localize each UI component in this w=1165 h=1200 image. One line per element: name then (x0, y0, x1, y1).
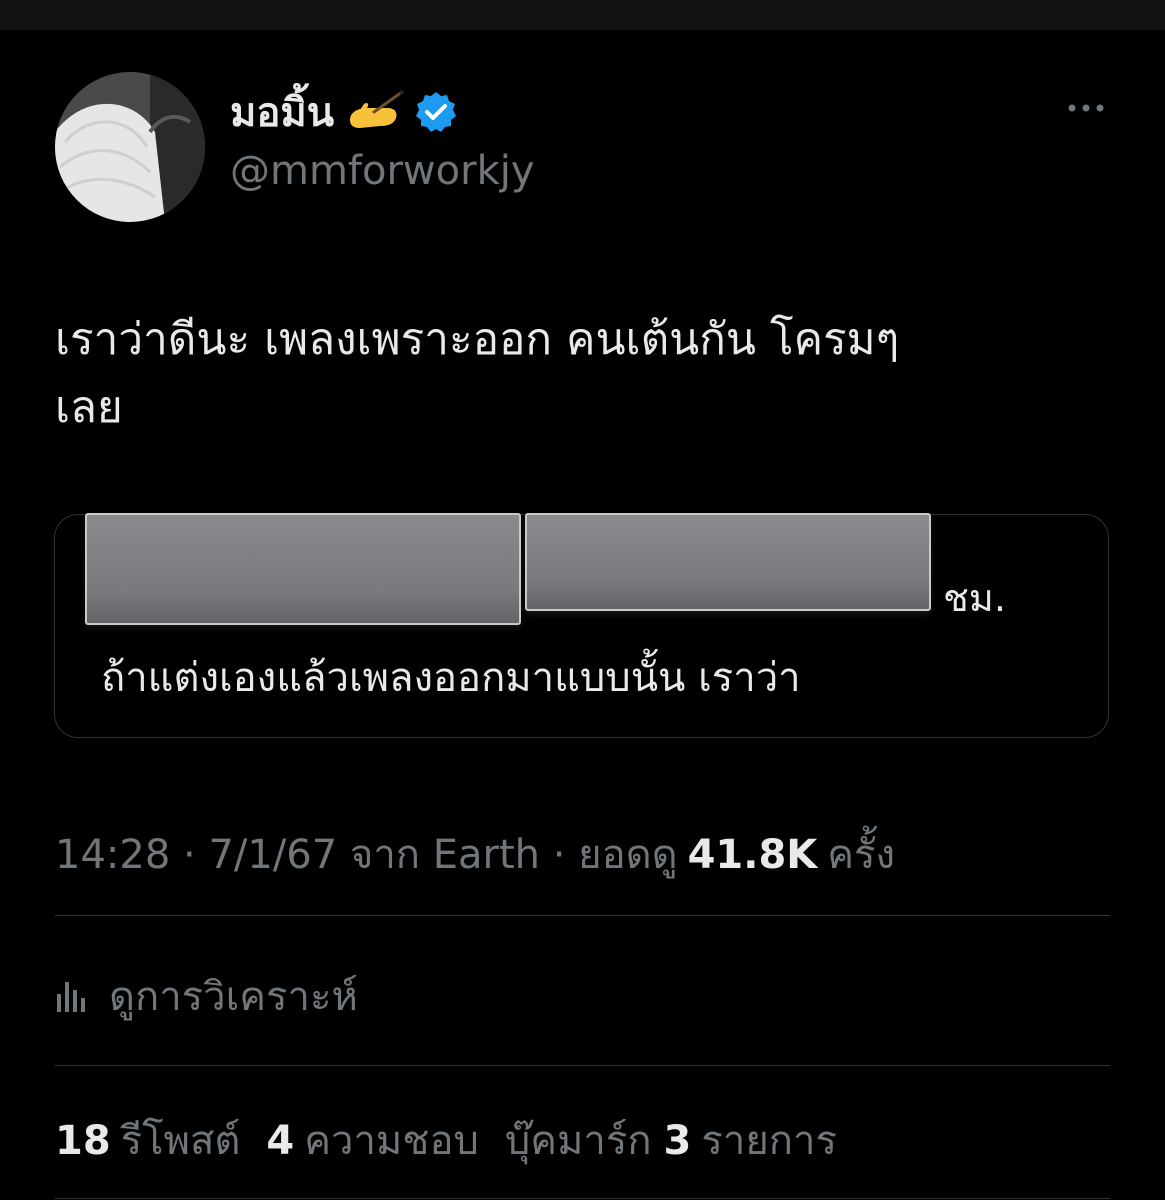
redaction-block (525, 513, 931, 611)
quoted-tweet-card[interactable]: ชม. ถ้าแต่งเองแล้วเพลงออกมาแบบนั้น เราว่… (54, 513, 1109, 738)
reposts-stat[interactable]: 18 รีโพสต์ (55, 1108, 240, 1172)
tweet-text: เราว่าดีนะ เพลงเพราะออก คนเต้นกัน โครมๆ … (55, 306, 1095, 442)
display-name[interactable]: มอมิ้น (230, 80, 334, 144)
avatar-photo (55, 72, 205, 222)
verified-badge-icon[interactable] (414, 90, 458, 134)
views-count: 41.8K (687, 832, 818, 878)
tweet-meta: 14:28 · 7/1/67 จาก Earth · ยอดดู 41.8K ค… (55, 822, 895, 886)
avatar[interactable] (55, 72, 205, 222)
bookmarks-unit: รายการ (701, 1118, 837, 1164)
status-bar-strip (0, 0, 1165, 30)
tweet-text-line: เลย (55, 382, 123, 433)
bookmarks-count: 3 (663, 1118, 692, 1164)
meta-separator: · (170, 832, 209, 878)
author-name-row[interactable]: มอมิ้น (230, 86, 458, 138)
likes-stat[interactable]: 4 ความชอบ (266, 1108, 478, 1172)
tweet-time[interactable]: 14:28 (55, 832, 170, 878)
author-handle[interactable]: @mmforworkjy (230, 148, 535, 194)
analytics-label[interactable]: ดูการวิเคราะห์ (109, 964, 358, 1028)
tweet-date[interactable]: 7/1/67 (208, 832, 337, 878)
reposts-label: รีโพสต์ (120, 1118, 241, 1164)
tweet-source: จาก Earth (349, 832, 541, 878)
quoted-tweet-fragment: ชม. (943, 576, 1006, 620)
views-label: ยอดดู (578, 832, 678, 878)
analytics-icon (57, 982, 85, 1012)
views-unit: ครั้ง (827, 832, 896, 878)
divider (55, 1198, 1110, 1199)
divider (55, 1065, 1110, 1066)
reposts-count: 18 (55, 1118, 111, 1164)
writing-hand-emoji-icon (350, 90, 404, 128)
quoted-tweet-text: ถ้าแต่งเองแล้วเพลงออกมาแบบนั้น เราว่า (101, 655, 801, 701)
divider (55, 915, 1110, 916)
redaction-block (85, 513, 521, 625)
tweet-text-line: เราว่าดีนะ เพลงเพราะออก คนเต้นกัน โครมๆ (55, 314, 900, 365)
meta-separator: · (540, 832, 579, 878)
bookmarks-stat[interactable]: บุ๊คมาร์ก 3 รายการ (505, 1108, 837, 1172)
likes-count: 4 (266, 1118, 295, 1164)
meta-spacer (337, 832, 350, 878)
likes-label: ความชอบ (304, 1118, 479, 1164)
engagement-stats: 18 รีโพสต์ 4 ความชอบ บุ๊คมาร์ก 3 รายการ (55, 1108, 863, 1172)
view-analytics-link[interactable]: ดูการวิเคราะห์ (55, 968, 358, 1024)
bookmarks-label: บุ๊คมาร์ก (504, 1118, 652, 1164)
more-options-icon[interactable] (1060, 96, 1112, 120)
